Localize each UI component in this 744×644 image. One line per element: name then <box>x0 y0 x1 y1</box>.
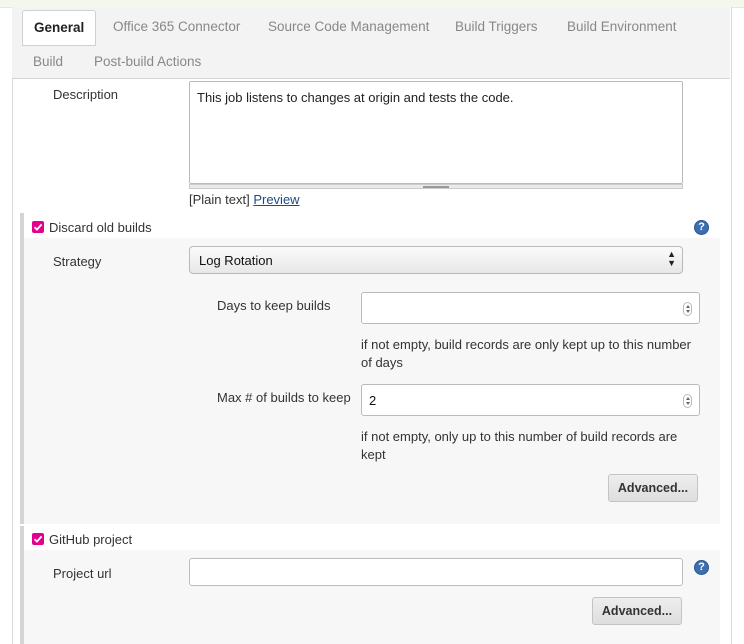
preview-link[interactable]: Preview <box>253 192 299 207</box>
days-to-keep-hint: if not empty, build records are only kep… <box>361 337 691 370</box>
github-advanced-button[interactable]: Advanced... <box>592 597 682 625</box>
max-builds-value: 2 <box>369 393 377 408</box>
description-textarea[interactable]: This job listens to changes at origin an… <box>189 81 683 184</box>
strategy-selected-value: Log Rotation <box>199 253 273 268</box>
days-to-keep-label: Days to keep builds <box>217 298 331 313</box>
strategy-select[interactable]: Log Rotation ▲ ▼ <box>189 246 683 274</box>
section-left-border <box>20 526 24 644</box>
project-url-input[interactable] <box>189 558 683 586</box>
help-icon[interactable]: ? <box>694 220 709 235</box>
textarea-resize-handle[interactable] <box>189 184 683 189</box>
max-builds-input[interactable]: 2 <box>361 384 700 416</box>
discard-advanced-button[interactable]: Advanced... <box>608 474 698 502</box>
discard-old-builds-checkbox[interactable] <box>32 221 44 233</box>
help-icon[interactable]: ? <box>694 560 709 575</box>
tab-build[interactable]: Build <box>33 54 63 69</box>
description-format-row: [Plain text] Preview <box>189 192 300 207</box>
max-builds-hint: if not empty, only up to this number of … <box>361 429 678 462</box>
section-left-border <box>20 213 24 524</box>
stepper-icon[interactable] <box>683 394 692 408</box>
stepper-icon[interactable] <box>683 302 692 316</box>
tab-general[interactable]: General <box>22 10 97 46</box>
max-builds-label: Max # of builds to keep <box>217 390 351 405</box>
tab-office-365-connector[interactable]: Office 365 Connector <box>113 19 240 34</box>
tab-post-build-actions[interactable]: Post-build Actions <box>94 54 201 69</box>
strategy-label: Strategy <box>53 254 102 269</box>
days-to-keep-input[interactable] <box>361 292 700 324</box>
github-project-checkbox[interactable] <box>32 533 44 545</box>
github-project-label: GitHub project <box>49 532 133 547</box>
tab-source-code-management[interactable]: Source Code Management <box>268 19 429 34</box>
tab-build-environment[interactable]: Build Environment <box>567 19 677 34</box>
plain-text-label: [Plain text] <box>189 192 250 207</box>
tab-build-triggers[interactable]: Build Triggers <box>455 19 538 34</box>
discard-old-builds-label: Discard old builds <box>49 220 152 235</box>
select-arrows-icon: ▲ ▼ <box>667 249 676 268</box>
project-url-label: Project url <box>53 566 112 581</box>
description-label: Description <box>53 87 119 102</box>
